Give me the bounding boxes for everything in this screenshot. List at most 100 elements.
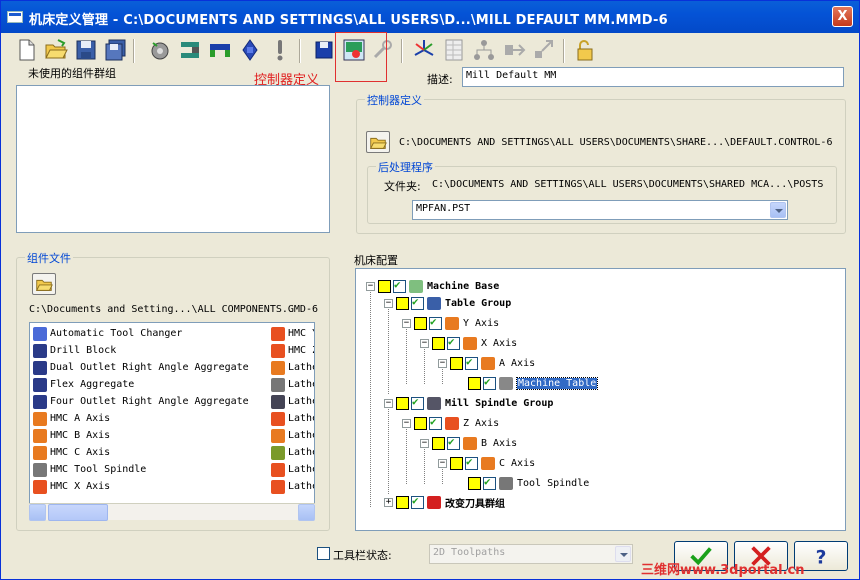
list-item[interactable]: Lathe	[271, 461, 314, 478]
list-item[interactable]: HMC X Axis	[33, 478, 110, 495]
list-item[interactable]: HMC A Axis	[33, 410, 110, 427]
collapse-icon[interactable]: −	[402, 318, 411, 328]
enable-checkbox[interactable]	[447, 335, 460, 350]
machine-component-icon[interactable]	[177, 37, 203, 63]
enable-checkbox[interactable]	[411, 395, 424, 410]
visibility-toggle[interactable]	[396, 495, 409, 509]
enable-checkbox[interactable]	[411, 295, 424, 310]
visibility-toggle[interactable]	[450, 456, 463, 470]
visibility-toggle[interactable]	[414, 316, 427, 330]
collapse-icon[interactable]: −	[420, 438, 429, 448]
enable-checkbox[interactable]	[465, 455, 478, 470]
description-input[interactable]: Mill Default MM	[462, 67, 844, 87]
tree-node[interactable]: − Y Axis	[402, 314, 499, 332]
list-item[interactable]: Flex Aggregate	[33, 376, 134, 393]
list-item[interactable]: HMC C Axis	[33, 444, 110, 461]
visibility-toggle[interactable]	[378, 279, 391, 293]
new-file-icon[interactable]	[13, 37, 39, 63]
list-item[interactable]: Lathe	[271, 427, 314, 444]
axis-icon[interactable]	[411, 37, 437, 63]
collapse-icon[interactable]: −	[438, 358, 447, 368]
scroll-left-button[interactable]	[29, 504, 46, 521]
collapse-icon[interactable]: −	[420, 338, 429, 348]
enable-checkbox[interactable]	[393, 278, 406, 293]
disk-icon[interactable]	[311, 37, 337, 63]
tree-node[interactable]: − X Axis	[420, 334, 517, 352]
enable-checkbox[interactable]	[429, 415, 442, 430]
tree-structure-icon[interactable]	[471, 37, 497, 63]
close-button[interactable]: X	[832, 6, 853, 27]
spindle-icon[interactable]	[237, 37, 263, 63]
list-item[interactable]: Automatic Tool Changer	[33, 325, 182, 342]
list-item[interactable]: Dual Outlet Right Angle Aggregate	[33, 359, 249, 376]
open-component-button[interactable]	[32, 273, 56, 295]
tree-node[interactable]: − C Axis	[438, 454, 535, 472]
toolbar-state-select[interactable]: 2D Toolpaths	[429, 544, 633, 564]
enable-checkbox[interactable]	[483, 375, 496, 390]
tree-node[interactable]: − Table Group	[384, 294, 511, 312]
enable-checkbox[interactable]	[429, 315, 442, 330]
list-item[interactable]: Lathe	[271, 444, 314, 461]
tree-node-label: Y Axis	[463, 317, 500, 329]
visibility-toggle[interactable]	[468, 376, 481, 390]
tree-node[interactable]: − Mill Spindle Group	[384, 394, 553, 412]
tree-node[interactable]: − Z Axis	[402, 414, 499, 432]
list-item[interactable]: Lathe	[271, 410, 314, 427]
enable-checkbox[interactable]	[465, 355, 478, 370]
horizontal-scrollbar[interactable]	[29, 503, 315, 521]
tree-node[interactable]: Machine Table	[456, 374, 599, 392]
collapse-icon[interactable]: −	[402, 418, 411, 428]
list-item[interactable]: HMC Tool Spindle	[33, 461, 146, 478]
save-as-icon[interactable]	[103, 37, 129, 63]
save-icon[interactable]	[73, 37, 99, 63]
list-item[interactable]: Lathe	[271, 393, 314, 410]
visibility-toggle[interactable]	[450, 356, 463, 370]
list-item[interactable]: Lathe	[271, 478, 314, 495]
expand-icon[interactable]: +	[384, 497, 393, 507]
enable-checkbox[interactable]	[447, 435, 460, 450]
tree-node[interactable]: Tool Spindle	[456, 474, 589, 492]
component-list[interactable]: Automatic Tool Changer Drill Block Dual Ou…	[29, 322, 315, 520]
collapse-icon[interactable]: −	[384, 298, 393, 308]
tree-node[interactable]: − Machine Base	[366, 277, 499, 295]
open-control-button[interactable]	[366, 131, 390, 153]
scroll-right-button[interactable]	[298, 504, 315, 521]
enable-checkbox[interactable]	[411, 494, 424, 509]
open-folder-icon[interactable]	[43, 37, 69, 63]
lock-icon[interactable]	[571, 37, 597, 63]
list-item[interactable]: HMC B Axis	[33, 427, 110, 444]
clamp-icon[interactable]	[207, 37, 233, 63]
collapse-icon[interactable]: −	[384, 398, 393, 408]
move-arrow-icon[interactable]	[501, 37, 527, 63]
list-item[interactable]: Lathe	[271, 359, 314, 376]
tree-node[interactable]: − B Axis	[420, 434, 517, 452]
enable-checkbox[interactable]	[483, 475, 496, 490]
tree-node[interactable]: − A Axis	[438, 354, 535, 372]
machine-config-tree[interactable]: −Machine Base−Table Group−Y Axis−X Axis−…	[355, 268, 846, 531]
visibility-toggle[interactable]	[432, 436, 445, 450]
tree-node[interactable]: + 改变刀具群组	[384, 493, 505, 511]
visibility-toggle[interactable]	[396, 396, 409, 410]
collapse-icon[interactable]: −	[438, 458, 447, 468]
grid-table-icon[interactable]	[441, 37, 467, 63]
diagonal-arrow-icon[interactable]	[531, 37, 557, 63]
toolbar-state-checkbox[interactable]	[317, 547, 330, 560]
list-item[interactable]: Lathe	[271, 376, 314, 393]
unused-groups-list[interactable]	[16, 85, 330, 233]
list-item[interactable]: Drill Block	[33, 342, 116, 359]
chevron-down-icon[interactable]	[615, 546, 631, 562]
chevron-down-icon[interactable]	[770, 202, 786, 218]
visibility-toggle[interactable]	[432, 336, 445, 350]
collapse-icon[interactable]: −	[366, 281, 375, 291]
tool-change-icon[interactable]	[147, 37, 173, 63]
scroll-thumb[interactable]	[48, 504, 108, 521]
list-item[interactable]: Four Outlet Right Angle Aggregate	[33, 393, 249, 410]
visibility-toggle[interactable]	[396, 296, 409, 310]
visibility-toggle[interactable]	[468, 476, 481, 490]
post-select[interactable]: MPFAN.PST	[412, 200, 788, 220]
visibility-toggle[interactable]	[414, 416, 427, 430]
warning-icon[interactable]	[267, 37, 293, 63]
list-item[interactable]: HMC Y	[271, 325, 314, 342]
list-item[interactable]: HMC Z	[271, 342, 314, 359]
window-icon[interactable]	[7, 11, 23, 23]
